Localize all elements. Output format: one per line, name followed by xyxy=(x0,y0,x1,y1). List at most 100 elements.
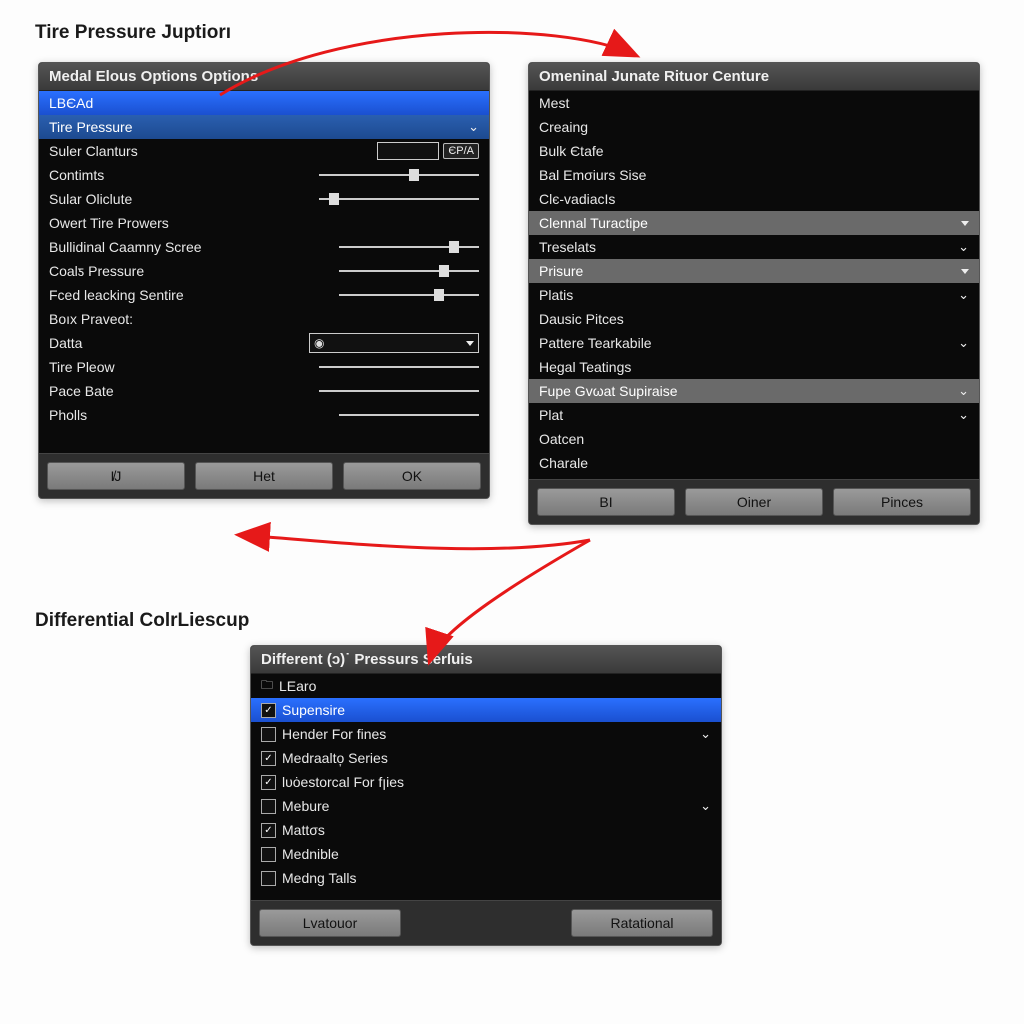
row-contimts[interactable]: Contimts xyxy=(39,163,489,187)
panel1-button-het[interactable]: Het xyxy=(195,462,333,490)
checkbox[interactable] xyxy=(261,703,276,718)
row-label: Coalƽ Pressure xyxy=(49,263,144,279)
row-label: Contimts xyxy=(49,167,104,183)
row-label: Mebure xyxy=(282,798,329,814)
dropdown[interactable]: ◉ xyxy=(309,333,479,353)
list-item[interactable]: Pattere Tearkabile⌄ xyxy=(529,331,979,355)
panel3-title: Different (ɔ)˙ Pressurs Serſuis xyxy=(251,646,721,674)
row-tire-pressure[interactable]: Tire Pressure ⌄ xyxy=(39,115,489,139)
panel2-title: Omeninal Junate Rituor Centure xyxy=(529,63,979,91)
row-boix-praveot[interactable]: Boıx Praveot: xyxy=(39,307,489,331)
row-label: Hender For fines xyxy=(282,726,386,742)
row-coals-pressure[interactable]: Coalƽ Pressure xyxy=(39,259,489,283)
list-item[interactable]: Mebure ⌄ xyxy=(251,794,721,818)
check-icon: ⌄ xyxy=(700,798,711,814)
slider[interactable] xyxy=(339,270,479,272)
row-label: Dausic Pitces xyxy=(539,311,624,327)
panel3-button-lvatouor[interactable]: Lvatouor xyxy=(259,909,401,937)
row-label: Fupe Gvωat Supiraise xyxy=(539,383,678,399)
row-label: Owert Tire Prowers xyxy=(49,215,169,231)
list-item[interactable]: Creaing xyxy=(529,115,979,139)
row-fced-leacking[interactable]: Fced leacking Sentire xyxy=(39,283,489,307)
list-item[interactable]: Medraalto͎ Series xyxy=(251,746,721,770)
list-item[interactable]: Dausic Pitces xyxy=(529,307,979,331)
row-label: Platis xyxy=(539,287,573,303)
row-label: Bal Emσiurs Sise xyxy=(539,167,646,183)
list-item[interactable]: lυȯestorcal For fꞁies xyxy=(251,770,721,794)
panel1-button-ok[interactable]: OK xyxy=(343,462,481,490)
row-label: Suler Clanturs xyxy=(49,143,138,159)
panel1-footer: I̸J Het OK xyxy=(39,453,489,498)
row-label: Fced leacking Sentire xyxy=(49,287,184,303)
panel2-button-bi[interactable]: BI xyxy=(537,488,675,516)
row-suler-clanturs[interactable]: Suler Clanturs ЄP/A xyxy=(39,139,489,163)
panel2-button-oiner[interactable]: Oiner xyxy=(685,488,823,516)
row-label: Treselats xyxy=(539,239,596,255)
folder-icon: 🗀 xyxy=(261,676,273,697)
panel2-body: Mest Creaing Bulk Єtafe Bal Emσiurs Sise… xyxy=(529,91,979,479)
panel2-button-pinces[interactable]: Pinces xyxy=(833,488,971,516)
list-item-clennal[interactable]: Clennal Turactipe xyxy=(529,211,979,235)
list-item[interactable]: Treselats⌄ xyxy=(529,235,979,259)
row-sular-oliclute[interactable]: Sular Oliclute xyxy=(39,187,489,211)
list-item[interactable]: Mednible xyxy=(251,842,721,866)
row-pace-bate[interactable]: Pace Bate xyxy=(39,379,489,403)
row-label: LEaro xyxy=(279,678,316,694)
list-item[interactable]: Oatcen xyxy=(529,427,979,451)
list-item[interactable]: Hender For fines ⌄ xyxy=(251,722,721,746)
row-label: LВЄAd xyxy=(49,95,93,111)
list-item[interactable]: Medng Talls xyxy=(251,866,721,890)
checkbox[interactable] xyxy=(261,823,276,838)
list-item-fupe[interactable]: Fupe Gvωat Supiraise⌄ xyxy=(529,379,979,403)
list-item[interactable]: Hegal Teatings xyxy=(529,355,979,379)
row-lead[interactable]: LВЄAd xyxy=(39,91,489,115)
panel1-title: Medal Elous Options Options xyxy=(39,63,489,91)
panel-differential: Different (ɔ)˙ Pressurs Serſuis 🗀 LEaro … xyxy=(250,645,722,946)
row-datta[interactable]: Datta ◉ xyxy=(39,331,489,355)
checkbox[interactable] xyxy=(261,871,276,886)
row-label: Mednible xyxy=(282,846,339,862)
panel-centure: Omeninal Junate Rituor Centure Mest Crea… xyxy=(528,62,980,525)
list-item[interactable]: Bal Emσiurs Sise xyxy=(529,163,979,187)
slider[interactable] xyxy=(339,246,479,248)
dropdown-glyph: ◉ xyxy=(314,336,324,350)
row-label: Pace Bate xyxy=(49,383,114,399)
list-item[interactable]: Platis⌄ xyxy=(529,283,979,307)
slider[interactable] xyxy=(319,174,479,176)
list-item[interactable]: Mest xyxy=(529,91,979,115)
list-item[interactable]: Charale xyxy=(529,451,979,475)
list-item[interactable]: 🗀 LEaro xyxy=(251,674,721,698)
checkbox[interactable] xyxy=(261,727,276,742)
slider[interactable] xyxy=(319,198,479,200)
checkbox[interactable] xyxy=(261,799,276,814)
slider[interactable] xyxy=(339,414,479,416)
chevron-down-icon xyxy=(961,269,969,274)
slider[interactable] xyxy=(319,366,479,368)
list-item[interactable]: Clє-vadiacIs xyxy=(529,187,979,211)
list-item-prisure[interactable]: Prisure xyxy=(529,259,979,283)
row-pholls[interactable]: Pholls xyxy=(39,403,489,427)
row-label: Tire Pleow xyxy=(49,359,115,375)
row-owert-tire-prowers[interactable]: Owert Tire Prowers xyxy=(39,211,489,235)
row-label: Clє-vadiacIs xyxy=(539,191,615,207)
list-item[interactable]: Plat⌄ xyxy=(529,403,979,427)
slider[interactable] xyxy=(339,294,479,296)
row-tire-pleow[interactable]: Tire Pleow xyxy=(39,355,489,379)
row-label: lυȯestorcal For fꞁies xyxy=(282,774,404,791)
checkbox[interactable] xyxy=(261,775,276,790)
slider[interactable] xyxy=(319,390,479,392)
input-box[interactable] xyxy=(377,142,439,160)
checkbox[interactable] xyxy=(261,751,276,766)
panel1-button-1[interactable]: I̸J xyxy=(47,462,185,490)
row-label: Sular Oliclute xyxy=(49,191,132,207)
panel3-button-ratational[interactable]: Ratational xyxy=(571,909,713,937)
panel2-footer: BI Oiner Pinces xyxy=(529,479,979,524)
list-item[interactable]: Bulk Єtafe xyxy=(529,139,979,163)
list-item-supensire[interactable]: Supensire xyxy=(251,698,721,722)
row-label: Boıx Praveot: xyxy=(49,311,133,327)
checkbox[interactable] xyxy=(261,847,276,862)
panel-options: Medal Elous Options Options LВЄAd Tire P… xyxy=(38,62,490,499)
row-bullidinal[interactable]: Bullidinal Caamny Scree xyxy=(39,235,489,259)
row-label: Mattσs xyxy=(282,822,325,838)
list-item[interactable]: Mattσs xyxy=(251,818,721,842)
